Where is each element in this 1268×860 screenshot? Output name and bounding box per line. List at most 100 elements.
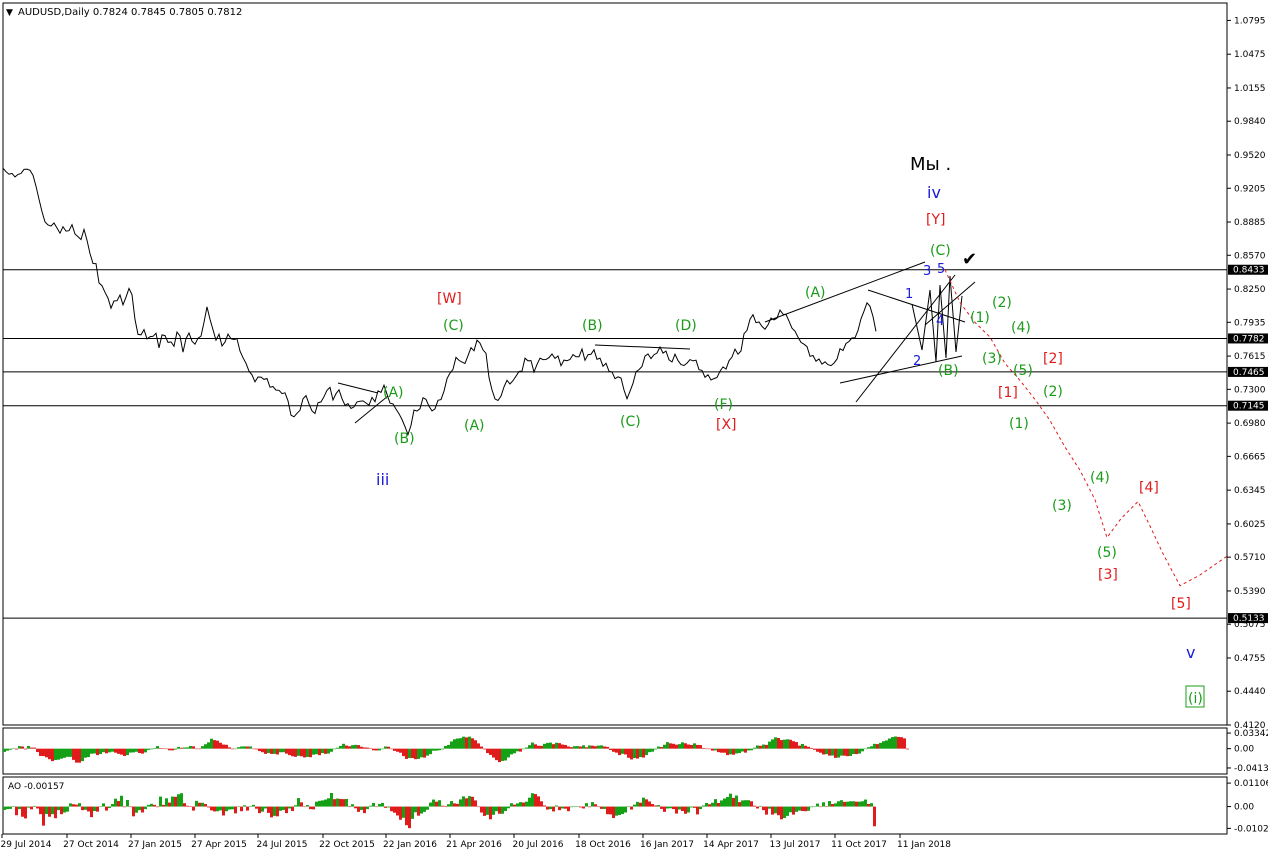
x-tick-label: 18 Oct 2016: [575, 840, 631, 850]
indicator-bar: [747, 800, 750, 807]
indicator-bar: [135, 806, 138, 813]
indicator-bar: [117, 801, 120, 807]
wave-D-label: (D): [675, 318, 697, 334]
indicator-bar: [753, 805, 756, 807]
indicator-bar: [606, 746, 609, 749]
indicator-bar: [204, 804, 207, 807]
wave-C-2016-label: (C): [443, 318, 464, 334]
indicator-bar: [888, 738, 891, 749]
indicator-bar: [621, 806, 624, 814]
chart-menu-icon[interactable]: ▼: [6, 8, 13, 18]
indicator-bar: [489, 748, 492, 755]
x-tick-label: 27 Oct 2014: [63, 840, 119, 850]
indicator-bar: [630, 806, 633, 810]
ao-axis: 0.03342 0.00 -0.04135: [1227, 729, 1268, 774]
indicator-bar: [828, 801, 831, 807]
indicator-bar: [681, 742, 684, 749]
indicator-bar: [654, 748, 657, 750]
indicator-bar: [540, 745, 543, 749]
indicator-bar: [54, 748, 57, 760]
symbol-info: AUDUSD,Daily 0.7824 0.7845 0.7805 0.7812: [18, 7, 242, 18]
indicator-bar: [402, 806, 405, 818]
indicator-bar: [555, 805, 558, 807]
indicator-bar: [390, 806, 393, 812]
indicator-bar: [393, 806, 396, 813]
indicator-bar: [729, 748, 732, 755]
fc-bracket2-label: [2]: [1043, 351, 1063, 367]
indicator-bar: [87, 748, 90, 758]
indicator-bar: [462, 736, 465, 749]
indicator-bar: [750, 748, 753, 751]
indicator-bar: [831, 804, 834, 807]
indicator-bar: [123, 748, 126, 756]
indicator-bar: [51, 806, 54, 815]
wave-B-2016-label: (B): [582, 318, 603, 334]
indicator-bar: [495, 806, 498, 812]
indicator-bar: [498, 748, 501, 763]
indicator-bar: [531, 742, 534, 749]
indicator-bar: [627, 806, 630, 808]
indicator-bar: [585, 747, 588, 749]
indicator-bar: [111, 804, 114, 807]
indicator-bar: [159, 748, 162, 749]
indicator-bar: [873, 806, 876, 827]
indicator-bar: [579, 806, 582, 808]
indicator-bar: [798, 806, 801, 811]
indicator-bar: [267, 806, 270, 813]
indicator-bar: [285, 748, 288, 754]
y-tick-label: 0.5390: [1234, 587, 1266, 597]
indicator-bar: [756, 745, 759, 749]
indicator-bar: [900, 737, 903, 749]
x-tick-label: 24 Jul 2015: [257, 840, 308, 850]
indicator-bar: [150, 803, 153, 807]
indicator-bar: [549, 742, 552, 749]
indicator-bar: [492, 748, 495, 758]
indicator-bar: [315, 801, 318, 807]
indicator-bar: [744, 800, 747, 807]
indicator-bar: [843, 801, 846, 807]
x-tick-label: 21 Apr 2016: [446, 840, 502, 850]
indicator-bar: [339, 798, 342, 807]
indicator-bar: [333, 748, 336, 750]
indicator-bar: [168, 802, 171, 807]
indicator-bar: [495, 748, 498, 761]
indicator-bar: [867, 804, 870, 807]
indicator-bar: [504, 806, 507, 812]
indicator-bar: [636, 748, 639, 759]
my-label: Мы .: [910, 154, 951, 175]
indicator-bar: [873, 743, 876, 749]
indicator-bar: [231, 806, 234, 810]
indicator-bar: [201, 746, 204, 749]
indicator-bar: [651, 748, 654, 752]
chart-svg: ▼ AUDUSD,Daily 0.7824 0.7845 0.7805 0.78…: [1, 2, 1268, 850]
indicator-bar: [483, 806, 486, 816]
indicator-bar: [834, 748, 837, 758]
y-tick-label: 0.9520: [1234, 151, 1266, 161]
indicator-bar: [807, 806, 810, 811]
indicator-bar: [108, 748, 111, 753]
indicator-bar: [24, 748, 27, 750]
x-tick-label: 16 Jan 2017: [640, 840, 694, 850]
indicator-bar: [420, 748, 423, 758]
indicator-bar: [609, 748, 612, 750]
wave-B-right-label: (B): [938, 363, 959, 379]
indicator-bar: [720, 800, 723, 807]
indicator-bar: [525, 747, 528, 749]
indicator-bar: [75, 748, 78, 763]
indicator-bar: [408, 748, 411, 758]
indicator-bar: [366, 806, 369, 810]
indicator-bar: [441, 805, 444, 807]
indicator-bar: [702, 748, 705, 749]
indicator-bar: [258, 748, 261, 752]
indicator-bar: [723, 748, 726, 753]
indicator-bar: [75, 804, 78, 807]
indicator-bar: [285, 806, 288, 814]
indicator-bar: [783, 739, 786, 749]
indicator-bar: [282, 748, 285, 753]
indicator-bar: [81, 806, 84, 811]
indicator-bar: [246, 746, 249, 749]
y-tick-label: 0.9840: [1234, 117, 1266, 127]
indicator-bar: [249, 746, 252, 749]
wave-A-2017-label: (A): [805, 285, 826, 301]
indicator-bar: [336, 747, 339, 749]
